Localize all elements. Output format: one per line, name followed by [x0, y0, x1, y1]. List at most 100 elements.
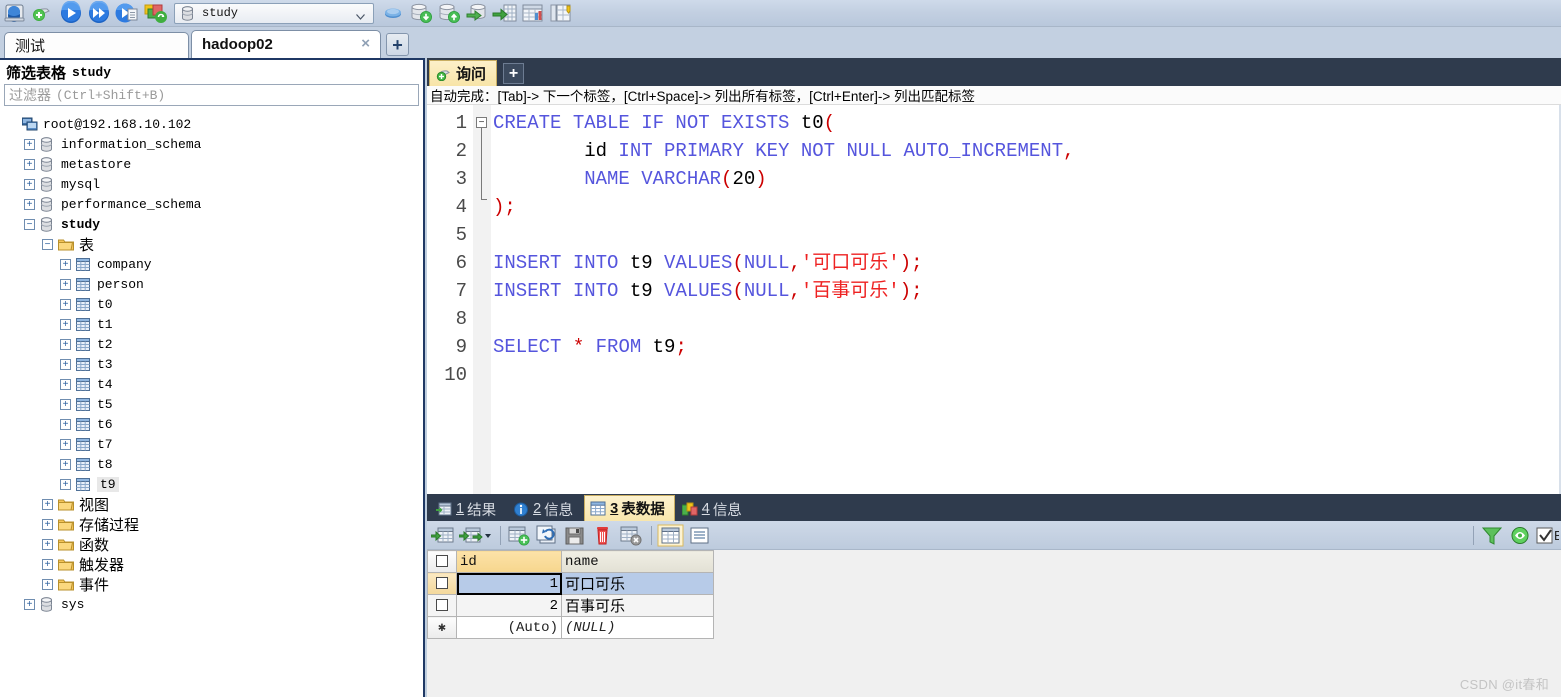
- tree-node-t3[interactable]: + t3: [0, 354, 423, 374]
- code-line-5[interactable]: [493, 221, 1561, 249]
- code-line-3[interactable]: NAME VARCHAR(20): [493, 165, 1561, 193]
- tree-node-t4[interactable]: + t4: [0, 374, 423, 394]
- cell-name[interactable]: (NULL): [561, 616, 714, 639]
- revert-row-icon[interactable]: [534, 524, 560, 547]
- tree-node-视图[interactable]: + 视图: [0, 494, 423, 514]
- sql-editor[interactable]: 1 2 3 4 5 6 7 8 9 10 − CREATE TABLE IF NOT EXISTS…: [427, 105, 1561, 494]
- result-tab-表数据-3[interactable]: 3 表数据: [584, 495, 675, 521]
- tree-node-t8[interactable]: + t8: [0, 454, 423, 474]
- code-line-1[interactable]: CREATE TABLE IF NOT EXISTS t0(: [493, 109, 1561, 137]
- next-rows-icon[interactable]: [458, 524, 493, 547]
- grid-view-icon[interactable]: [657, 524, 685, 547]
- export-database-icon[interactable]: [436, 1, 462, 25]
- sort-checkbox-icon[interactable]: B: [1535, 524, 1561, 547]
- stop-icon[interactable]: [142, 1, 168, 25]
- import-database-icon[interactable]: [408, 1, 434, 25]
- refresh-icon[interactable]: [1507, 524, 1533, 547]
- expand-toggle-icon[interactable]: +: [60, 338, 71, 350]
- expand-toggle-icon[interactable]: +: [60, 438, 71, 450]
- table-row[interactable]: ✱ (Auto) (NULL): [427, 616, 714, 639]
- collapse-toggle-icon[interactable]: −: [24, 218, 35, 230]
- expand-toggle-icon[interactable]: +: [60, 418, 71, 430]
- new-query-icon[interactable]: [30, 1, 56, 25]
- tree-node-表[interactable]: − 表: [0, 234, 423, 254]
- tree-node-t0[interactable]: + t0: [0, 294, 423, 314]
- expand-toggle-icon[interactable]: +: [60, 358, 71, 370]
- expand-toggle-icon[interactable]: +: [42, 538, 53, 550]
- tree-node-study[interactable]: − study: [0, 214, 423, 234]
- expand-toggle-icon[interactable]: +: [60, 478, 71, 490]
- tree-node-information_schema[interactable]: + information_schema: [0, 134, 423, 154]
- column-header-name[interactable]: name: [561, 550, 714, 573]
- new-connection-tab-button[interactable]: +: [386, 33, 409, 56]
- row-checkbox-cell[interactable]: [427, 594, 457, 617]
- connection-tab-hadoop02[interactable]: hadoop02 ×: [191, 30, 381, 58]
- select-all-checkbox-cell[interactable]: [427, 550, 457, 573]
- bulk-table-editor-icon[interactable]: [548, 1, 574, 25]
- tree-node-t5[interactable]: + t5: [0, 394, 423, 414]
- filter-icon[interactable]: [1479, 524, 1505, 547]
- execute-icon[interactable]: [58, 0, 84, 25]
- code-line-9[interactable]: SELECT * FROM t9;: [493, 333, 1561, 361]
- code-line-8[interactable]: [493, 305, 1561, 333]
- tree-node-存储过程[interactable]: + 存储过程: [0, 514, 423, 534]
- table-row[interactable]: 2 百事可乐: [427, 594, 714, 617]
- expand-toggle-icon[interactable]: +: [42, 558, 53, 570]
- row-checkbox-cell[interactable]: [427, 572, 457, 595]
- code-line-10[interactable]: [493, 361, 1561, 389]
- connection-tab-测试[interactable]: 测试: [4, 32, 189, 58]
- checkbox-icon[interactable]: [436, 598, 448, 611]
- tree-node-sys[interactable]: + sys: [0, 594, 423, 614]
- tree-node-t7[interactable]: + t7: [0, 434, 423, 454]
- expand-toggle-icon[interactable]: +: [42, 518, 53, 530]
- tree-node-函数[interactable]: + 函数: [0, 534, 423, 554]
- sql-code-content[interactable]: CREATE TABLE IF NOT EXISTS t0( id INT PR…: [491, 105, 1561, 494]
- new-row-marker-cell[interactable]: ✱: [427, 616, 457, 639]
- collapse-toggle-icon[interactable]: −: [42, 238, 53, 250]
- insert-row-icon[interactable]: [506, 524, 532, 547]
- database-tree[interactable]: root@192.168.10.102 + information_schema + m…: [0, 114, 423, 614]
- tree-filter-input[interactable]: 过滤器 (Ctrl+Shift+B): [4, 84, 419, 106]
- cell-id[interactable]: 2: [456, 594, 562, 617]
- execute-selection-icon[interactable]: [114, 1, 140, 25]
- expand-toggle-icon[interactable]: +: [42, 578, 53, 590]
- query-tab-询问[interactable]: 询问: [429, 60, 498, 86]
- code-line-7[interactable]: INSERT INTO t9 VALUES(NULL,'百事可乐');: [493, 277, 1561, 305]
- form-view-icon[interactable]: [687, 524, 713, 547]
- new-query-tab-button[interactable]: +: [503, 63, 525, 84]
- save-row-icon[interactable]: [562, 524, 588, 547]
- expand-toggle-icon[interactable]: +: [60, 318, 71, 330]
- expand-toggle-icon[interactable]: +: [24, 158, 35, 170]
- export-grid-icon[interactable]: [464, 1, 490, 25]
- tree-node-mysql[interactable]: + mysql: [0, 174, 423, 194]
- expand-toggle-icon[interactable]: +: [42, 498, 53, 510]
- tree-node-person[interactable]: + person: [0, 274, 423, 294]
- cancel-edit-icon[interactable]: [618, 524, 644, 547]
- expand-toggle-icon[interactable]: +: [60, 258, 71, 270]
- tree-node-root@192.168.10.102[interactable]: root@192.168.10.102: [0, 114, 423, 134]
- cell-name[interactable]: 百事可乐: [561, 594, 714, 617]
- database-selector[interactable]: study: [174, 2, 374, 24]
- result-tab-信息-4[interactable]: 4 信息: [676, 497, 752, 521]
- cell-id[interactable]: (Auto): [456, 616, 562, 639]
- tree-node-事件[interactable]: + 事件: [0, 574, 423, 594]
- table-row[interactable]: 1 可口可乐: [427, 572, 714, 595]
- code-folding-column[interactable]: −: [473, 105, 491, 494]
- execute-all-icon[interactable]: [86, 0, 112, 25]
- code-line-2[interactable]: id INT PRIMARY KEY NOT NULL AUTO_INCREME…: [493, 137, 1561, 165]
- cell-name[interactable]: 可口可乐: [561, 572, 714, 595]
- data-grid-area[interactable]: id name 1 可口可乐 2 百事可乐 ✱ (Auto) (NULL): [427, 550, 1561, 670]
- column-header-id[interactable]: id: [456, 550, 562, 573]
- data-grid[interactable]: id name 1 可口可乐 2 百事可乐 ✱ (Auto) (NULL): [427, 550, 714, 639]
- expand-toggle-icon[interactable]: +: [24, 198, 35, 210]
- flush-icon[interactable]: [380, 1, 406, 25]
- expand-toggle-icon[interactable]: +: [60, 378, 71, 390]
- tree-node-t9[interactable]: + t9: [0, 474, 423, 494]
- result-tab-信息-2[interactable]: 2 信息: [507, 497, 583, 521]
- code-line-6[interactable]: INSERT INTO t9 VALUES(NULL,'可口可乐');: [493, 249, 1561, 277]
- tree-node-t6[interactable]: + t6: [0, 414, 423, 434]
- expand-toggle-icon[interactable]: +: [60, 298, 71, 310]
- code-line-4[interactable]: );: [493, 193, 1561, 221]
- checkbox-icon[interactable]: [436, 576, 448, 589]
- tree-node-触发器[interactable]: + 触发器: [0, 554, 423, 574]
